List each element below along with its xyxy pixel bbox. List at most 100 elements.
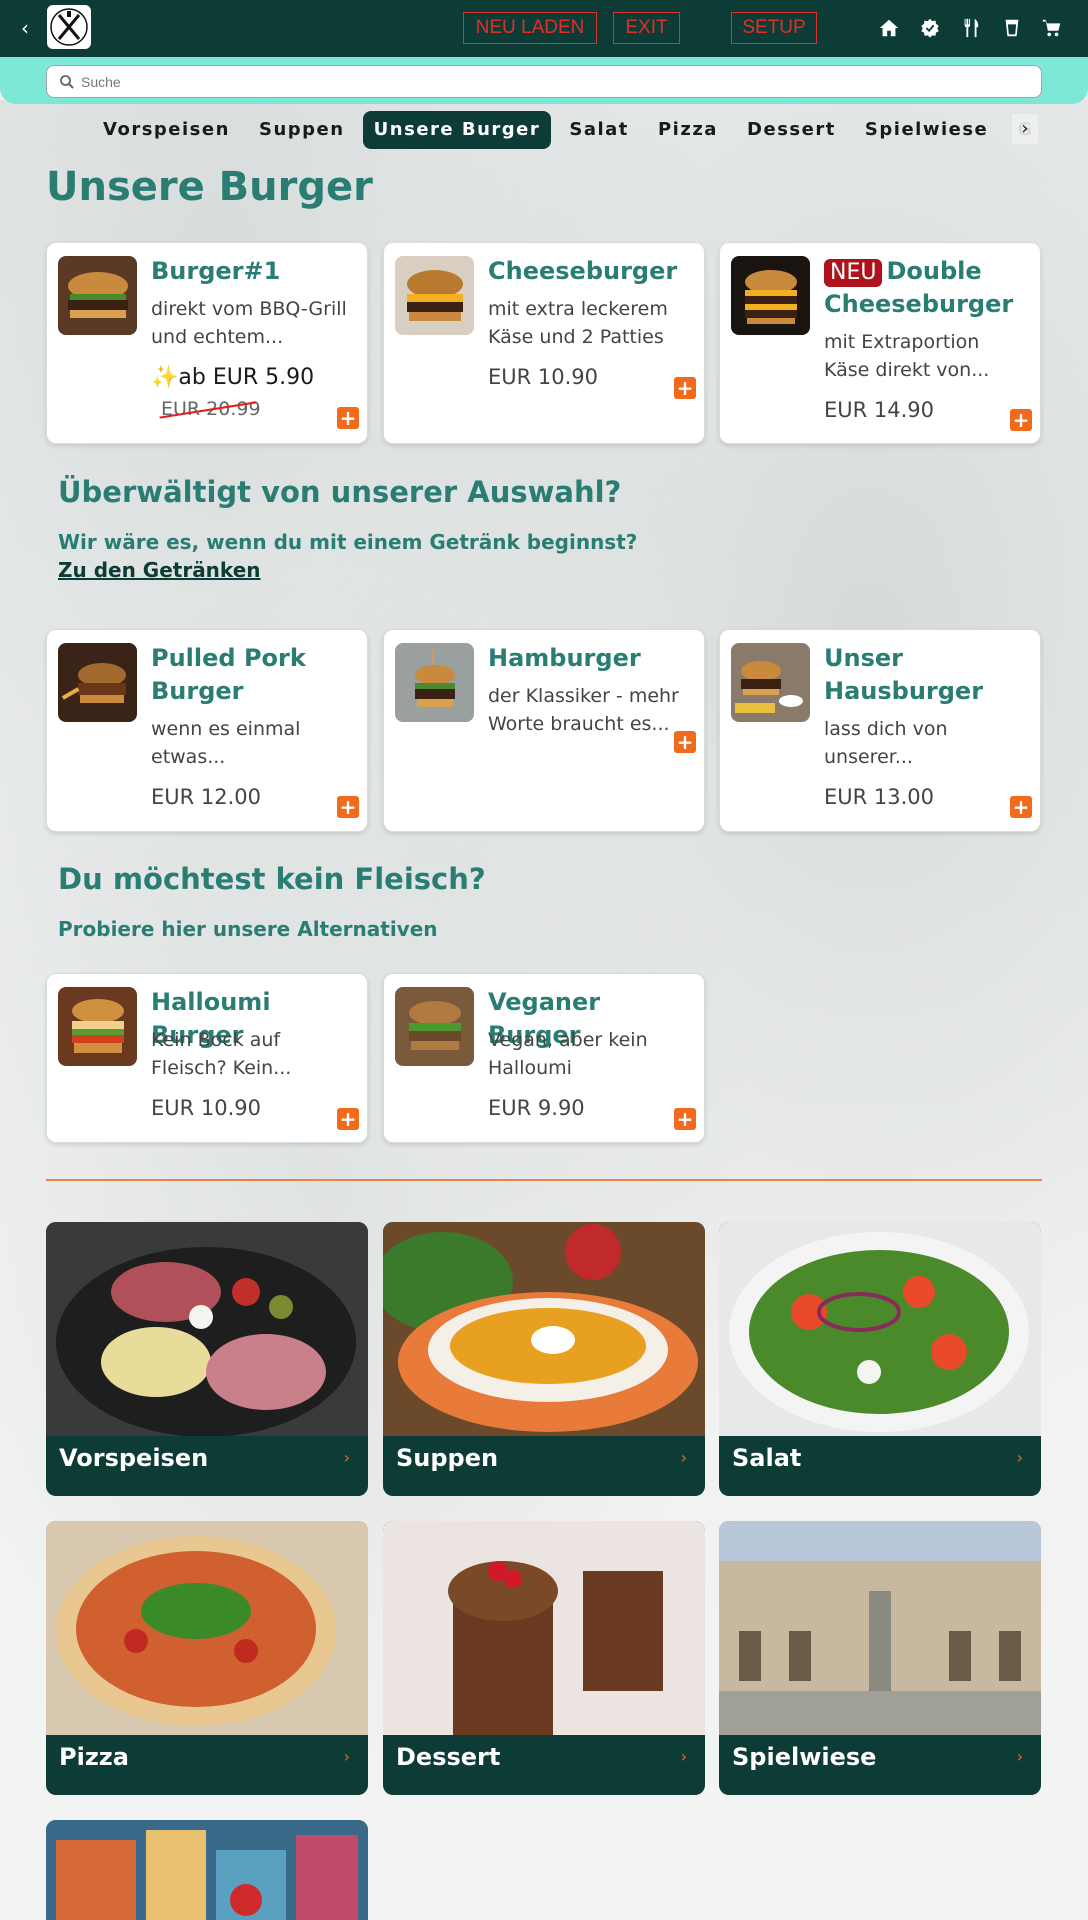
product-description-line: wenn es einmal xyxy=(151,718,301,740)
product-image xyxy=(58,987,137,1066)
product-image xyxy=(395,256,474,335)
restaurant-logo[interactable] xyxy=(47,5,91,49)
add-to-cart-button[interactable]: + xyxy=(337,1108,359,1130)
category-image xyxy=(719,1521,1041,1735)
category-tile-pizza[interactable]: Pizza › xyxy=(46,1521,368,1795)
category-image xyxy=(383,1222,705,1436)
product-name-line: Cheeseburger xyxy=(824,290,1014,318)
product-image xyxy=(731,643,810,722)
utensils-icon[interactable] xyxy=(957,14,985,42)
drinks-link[interactable]: Zu den Getränken xyxy=(58,558,261,582)
product-name: Cheeseburger xyxy=(488,257,678,285)
chevron-right-icon[interactable]: › xyxy=(1012,114,1038,144)
product-description-line: mit extra leckerem xyxy=(488,298,668,320)
chevron-right-icon: › xyxy=(343,1747,350,1766)
product-name-line: Double xyxy=(886,257,982,285)
category-image xyxy=(46,1820,368,1920)
product-price: EUR 13.00 xyxy=(824,785,935,809)
add-to-cart-button[interactable]: + xyxy=(674,731,696,753)
product-card[interactable]: Pulled Pork Burger wenn es einmal etwas..… xyxy=(46,629,368,832)
product-image xyxy=(395,987,474,1066)
product-price: EUR 10.90 xyxy=(151,1096,262,1120)
category-tile-vorspeisen[interactable]: Vorspeisen › xyxy=(46,1222,368,1496)
main-content: Unsere Burger Burger#1 direkt vom BBQ-Gr… xyxy=(0,0,1088,1920)
tab-vorspeisen[interactable]: Vorspeisen xyxy=(92,111,241,149)
tab-pizza[interactable]: Pizza xyxy=(647,111,729,149)
section-heading: Du möchtest kein Fleisch? xyxy=(58,862,486,896)
product-card[interactable]: Hamburger der Klassiker - mehr Worte bra… xyxy=(383,629,705,832)
add-to-cart-button[interactable]: + xyxy=(337,796,359,818)
product-card[interactable]: Cheeseburger mit extra leckerem Käse und… xyxy=(383,242,705,444)
tile-label: Pizza xyxy=(59,1743,129,1771)
product-card[interactable]: NEU Double Cheeseburger mit Extraportion K… xyxy=(719,242,1041,444)
search-icon xyxy=(60,75,74,89)
tile-label: Vorspeisen xyxy=(59,1444,209,1472)
add-to-cart-button[interactable]: + xyxy=(337,407,359,429)
product-description-line: lass dich von xyxy=(824,718,948,740)
product-price: EUR 14.90 xyxy=(824,398,935,422)
tab-dessert[interactable]: Dessert xyxy=(736,111,847,149)
product-name: Burger#1 xyxy=(151,257,281,285)
category-image xyxy=(719,1222,1041,1436)
product-price: ✨ab EUR 5.90 xyxy=(151,365,315,390)
tab-suppen[interactable]: Suppen xyxy=(248,111,356,149)
new-badge: NEU xyxy=(824,259,883,287)
fork-knife-logo xyxy=(50,8,88,46)
product-card[interactable]: Veganer Burger Vegan, aber kein Halloumi… xyxy=(383,973,705,1143)
tab-spielwiese[interactable]: Spielwiese xyxy=(854,111,999,149)
product-card[interactable]: Halloumi Burger Kein Bock auf Fleisch? K… xyxy=(46,973,368,1143)
divider xyxy=(46,1179,1042,1181)
product-description-line: Käse und 2 Patties xyxy=(488,326,664,348)
exit-button[interactable]: EXIT xyxy=(613,12,680,44)
product-description-line: direkt vom BBQ-Grill xyxy=(151,298,347,320)
chevron-right-icon: › xyxy=(1016,1448,1023,1467)
add-to-cart-button[interactable]: + xyxy=(674,1108,696,1130)
product-name-line: Pulled Pork xyxy=(151,644,306,672)
section-subheading: Wir wäre es, wenn du mit einem Getränk b… xyxy=(58,530,638,554)
product-description-line: der Klassiker - mehr xyxy=(488,685,679,707)
category-tile-suppen[interactable]: Suppen › xyxy=(383,1222,705,1496)
cart-icon[interactable] xyxy=(1038,14,1066,42)
search-bar-region xyxy=(0,57,1088,104)
tile-label: Suppen xyxy=(396,1444,499,1472)
chevron-right-icon: › xyxy=(1016,1747,1023,1766)
home-icon[interactable] xyxy=(875,14,903,42)
product-description-line: und echtem... xyxy=(151,326,284,348)
product-card[interactable]: Burger#1 direkt vom BBQ-Grill und echtem… xyxy=(46,242,368,444)
chevron-right-icon: › xyxy=(680,1747,687,1766)
product-name: Hamburger xyxy=(488,644,641,672)
category-tile-dessert[interactable]: Dessert › xyxy=(383,1521,705,1795)
product-description-line: Fleisch? Kein... xyxy=(151,1057,292,1079)
tab-unsere-burger[interactable]: Unsere Burger xyxy=(362,111,552,149)
product-description-line: Kein Bock auf xyxy=(151,1029,281,1051)
search-field[interactable] xyxy=(46,65,1042,98)
product-image xyxy=(731,256,810,335)
add-to-cart-button[interactable]: + xyxy=(674,377,696,399)
product-image xyxy=(58,256,137,335)
category-tile-gutscheine[interactable] xyxy=(46,1820,368,1920)
reload-button[interactable]: NEU LADEN xyxy=(463,12,597,44)
category-tile-salat[interactable]: Salat › xyxy=(719,1222,1041,1496)
product-name: Pulled Pork Burger xyxy=(151,642,361,708)
search-input[interactable] xyxy=(81,70,1021,94)
section-heading: Überwältigt von unserer Auswahl? xyxy=(58,475,622,509)
product-description-line: Käse direkt von... xyxy=(824,359,990,381)
product-description-line: mit Extraportion xyxy=(824,331,980,353)
top-bar: ‹ NEU LADEN EXIT SETUP xyxy=(0,0,1088,57)
product-image xyxy=(58,643,137,722)
category-tile-spielwiese[interactable]: Spielwiese › xyxy=(719,1521,1041,1795)
badge-icon[interactable] xyxy=(916,14,944,42)
tile-label: Spielwiese xyxy=(732,1743,877,1771)
add-to-cart-button[interactable]: + xyxy=(1010,796,1032,818)
tile-label: Salat xyxy=(732,1444,802,1472)
product-price: EUR 12.00 xyxy=(151,785,262,809)
drink-icon[interactable] xyxy=(998,14,1026,42)
product-card[interactable]: Unser Hausburger lass dich von unserer...… xyxy=(719,629,1041,832)
section-subheading: Probiere hier unsere Alternativen xyxy=(58,917,438,941)
tab-salat[interactable]: Salat xyxy=(558,111,640,149)
setup-button[interactable]: SETUP xyxy=(731,12,817,44)
chevron-left-icon[interactable]: ‹ xyxy=(14,14,36,42)
add-to-cart-button[interactable]: + xyxy=(1010,409,1032,431)
page-title: Unsere Burger xyxy=(46,164,373,210)
product-description-line: Worte braucht es... xyxy=(488,713,670,735)
